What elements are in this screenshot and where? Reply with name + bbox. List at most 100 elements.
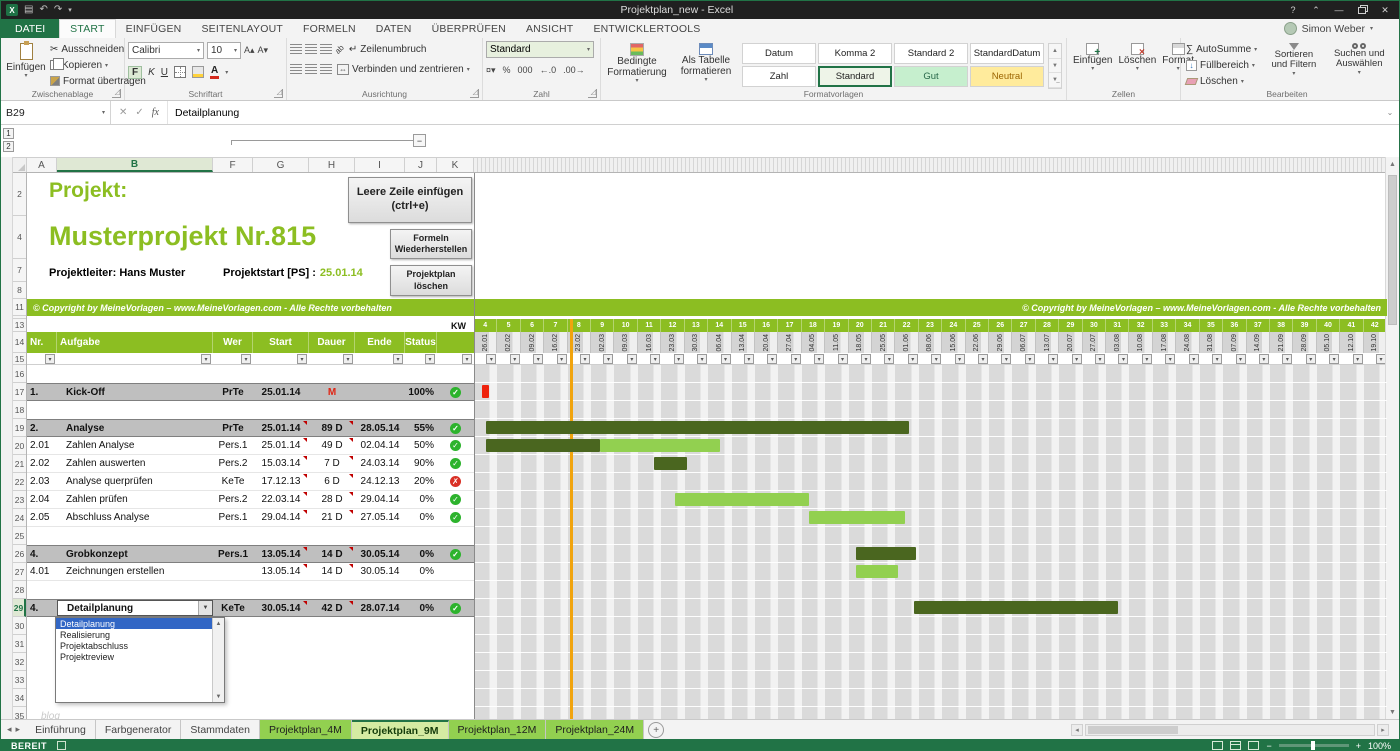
cell-start[interactable]: 13.05.14 (253, 563, 309, 580)
cell-start[interactable]: 13.05.14 (253, 546, 309, 562)
week-number-cell[interactable]: 7 (544, 319, 567, 332)
vertical-scrollbar[interactable]: ▲ ▼ (1385, 157, 1399, 719)
add-sheet-button[interactable]: + (648, 722, 664, 738)
filter-button[interactable]: ▾ (1118, 354, 1128, 364)
task-row-201[interactable]: 2.01Zahlen AnalysePers.125.01.1449 D02.0… (27, 437, 474, 455)
filter-button[interactable]: ▾ (697, 354, 707, 364)
undo-icon[interactable]: ↶ (39, 5, 47, 15)
task-row-4[interactable]: 4.GrobkonzeptPers.113.05.1414 D30.05.140… (27, 545, 474, 563)
orientation-icon[interactable]: ab (333, 43, 346, 56)
cell-start[interactable]: 17.12.13 (253, 473, 309, 490)
week-date-cell[interactable]: 20.04 (755, 332, 778, 353)
task-row-1[interactable]: 1.Kick-OffPrTe25.01.14M100%✓ (27, 383, 474, 401)
filter-button[interactable]: ▾ (1329, 354, 1339, 364)
insert-function-icon[interactable]: fx (152, 107, 159, 118)
week-number-cell[interactable]: 32 (1129, 319, 1152, 332)
filter-button[interactable]: ▾ (486, 354, 496, 364)
filter-button[interactable]: ▾ (627, 354, 637, 364)
gallery-down-icon[interactable]: ▼ (1049, 59, 1061, 74)
task-name-combobox[interactable]: Detailplanung▼ (57, 600, 213, 616)
week-date-cell[interactable]: 30.03 (685, 332, 708, 353)
filter-button[interactable]: ▾ (814, 354, 824, 364)
filter-button[interactable]: ▾ (884, 354, 894, 364)
font-size-select[interactable]: 10▾ (207, 42, 241, 59)
select-all-corner[interactable] (13, 158, 27, 172)
week-number-cell[interactable]: 40 (1317, 319, 1340, 332)
bold-button[interactable]: F (128, 66, 142, 79)
font-color-icon[interactable]: A (210, 66, 219, 79)
cell-duration[interactable]: 14 D (309, 546, 355, 562)
filter-button[interactable]: ▾ (650, 354, 660, 364)
cell-status[interactable]: 0% (405, 491, 437, 508)
cell-duration[interactable]: M (309, 384, 355, 400)
cell-icon[interactable] (437, 563, 474, 580)
row-header-16[interactable]: 16 (13, 365, 26, 383)
cell-icon[interactable]: ✓ (437, 384, 474, 400)
ribbon-options-button[interactable]: ⌃ (1305, 3, 1327, 18)
cell-end[interactable]: 28.07.14 (355, 600, 405, 616)
align-left-icon[interactable] (290, 64, 302, 75)
tab-daten[interactable]: DATEN (366, 19, 422, 38)
cell-status[interactable]: 20% (405, 473, 437, 490)
cell-who[interactable]: KeTe (213, 600, 253, 616)
normal-view-button[interactable] (1212, 741, 1223, 750)
week-date-cell[interactable]: 13.04 (732, 332, 755, 353)
filter-button[interactable]: ▾ (1001, 354, 1011, 364)
column-header-I[interactable]: I (355, 158, 405, 172)
cell-duration[interactable]: 6 D (309, 473, 355, 490)
find-select-button[interactable]: Suchen und Auswählen▾ (1329, 41, 1390, 89)
dropdown-option[interactable]: Projektabschluss (56, 640, 212, 651)
tab-formeln[interactable]: FORMELN (293, 19, 366, 38)
cell-duration[interactable]: 49 D (309, 437, 355, 454)
collapse-group-button[interactable]: − (413, 134, 426, 147)
week-number-cell[interactable]: 29 (1059, 319, 1082, 332)
chart-column-headers[interactable] (474, 158, 1387, 172)
insert-cells-button[interactable]: Einfügen▾ (1070, 41, 1115, 75)
task-row-401[interactable]: 4.01Zeichnungen erstellen13.05.1414 D30.… (27, 563, 474, 581)
align-middle-icon[interactable] (305, 44, 317, 55)
cell-status[interactable]: 0% (405, 546, 437, 562)
week-number-cell[interactable]: 26 (989, 319, 1012, 332)
accounting-format-icon[interactable]: ¤▾ (486, 65, 496, 76)
filter-button[interactable]: ▾ (580, 354, 590, 364)
cell-start[interactable]: 29.04.14 (253, 509, 309, 526)
week-date-cell[interactable]: 15.06 (942, 332, 965, 353)
cell-task[interactable]: Grobkonzept (57, 546, 213, 562)
column-header-F[interactable]: F (213, 158, 253, 172)
filter-button[interactable]: ▾ (45, 354, 55, 364)
comma-format-icon[interactable]: 000 (518, 65, 533, 75)
filter-button[interactable]: ▾ (1025, 354, 1035, 364)
tab-ansicht[interactable]: ANSICHT (516, 19, 584, 38)
cell-nr[interactable]: 2.02 (27, 455, 57, 472)
cell-status[interactable]: 0% (405, 563, 437, 580)
hscroll-right-icon[interactable]: ▸ (1377, 724, 1389, 736)
help-button[interactable]: ? (1282, 3, 1304, 18)
vertical-scroll-thumb[interactable] (1388, 175, 1397, 325)
restore-formulas-button[interactable]: FormelnWiederherstellen (390, 229, 472, 259)
cell-nr[interactable]: 2.01 (27, 437, 57, 454)
merge-center-button[interactable]: ⇔Verbinden und zentrieren▾ (335, 61, 472, 77)
row-header-29[interactable]: 29 (13, 599, 26, 617)
filter-button[interactable]: ▾ (791, 354, 801, 364)
macro-record-icon[interactable] (57, 741, 66, 750)
row-header-19[interactable]: 19 (13, 419, 26, 437)
number-format-select[interactable]: Standard▾ (486, 41, 594, 58)
week-number-cell[interactable]: 9 (591, 319, 614, 332)
filter-button[interactable]: ▾ (931, 354, 941, 364)
cell-task[interactable]: Zahlen prüfen (57, 491, 213, 508)
week-number-cell[interactable]: 4 (474, 319, 497, 332)
page-layout-view-button[interactable] (1230, 741, 1241, 750)
clear-projectplan-button[interactable]: Projektplanlöschen (390, 265, 472, 296)
cell-duration[interactable]: 21 D (309, 509, 355, 526)
week-number-cell[interactable]: 12 (661, 319, 684, 332)
filter-button[interactable]: ▾ (557, 354, 567, 364)
cell-status[interactable]: 100% (405, 384, 437, 400)
row-header-22[interactable]: 22 (13, 473, 26, 491)
cell-nr[interactable]: 2. (27, 420, 57, 436)
zoom-level[interactable]: 100% (1368, 741, 1391, 751)
cell-task[interactable]: Analyse (57, 420, 213, 436)
insert-empty-row-button[interactable]: Leere Zeile einfügen(ctrl+e) (348, 177, 472, 223)
header-status[interactable]: Status (405, 332, 437, 353)
tab-datei[interactable]: DATEI (1, 19, 59, 38)
cell-nr[interactable]: 2.05 (27, 509, 57, 526)
